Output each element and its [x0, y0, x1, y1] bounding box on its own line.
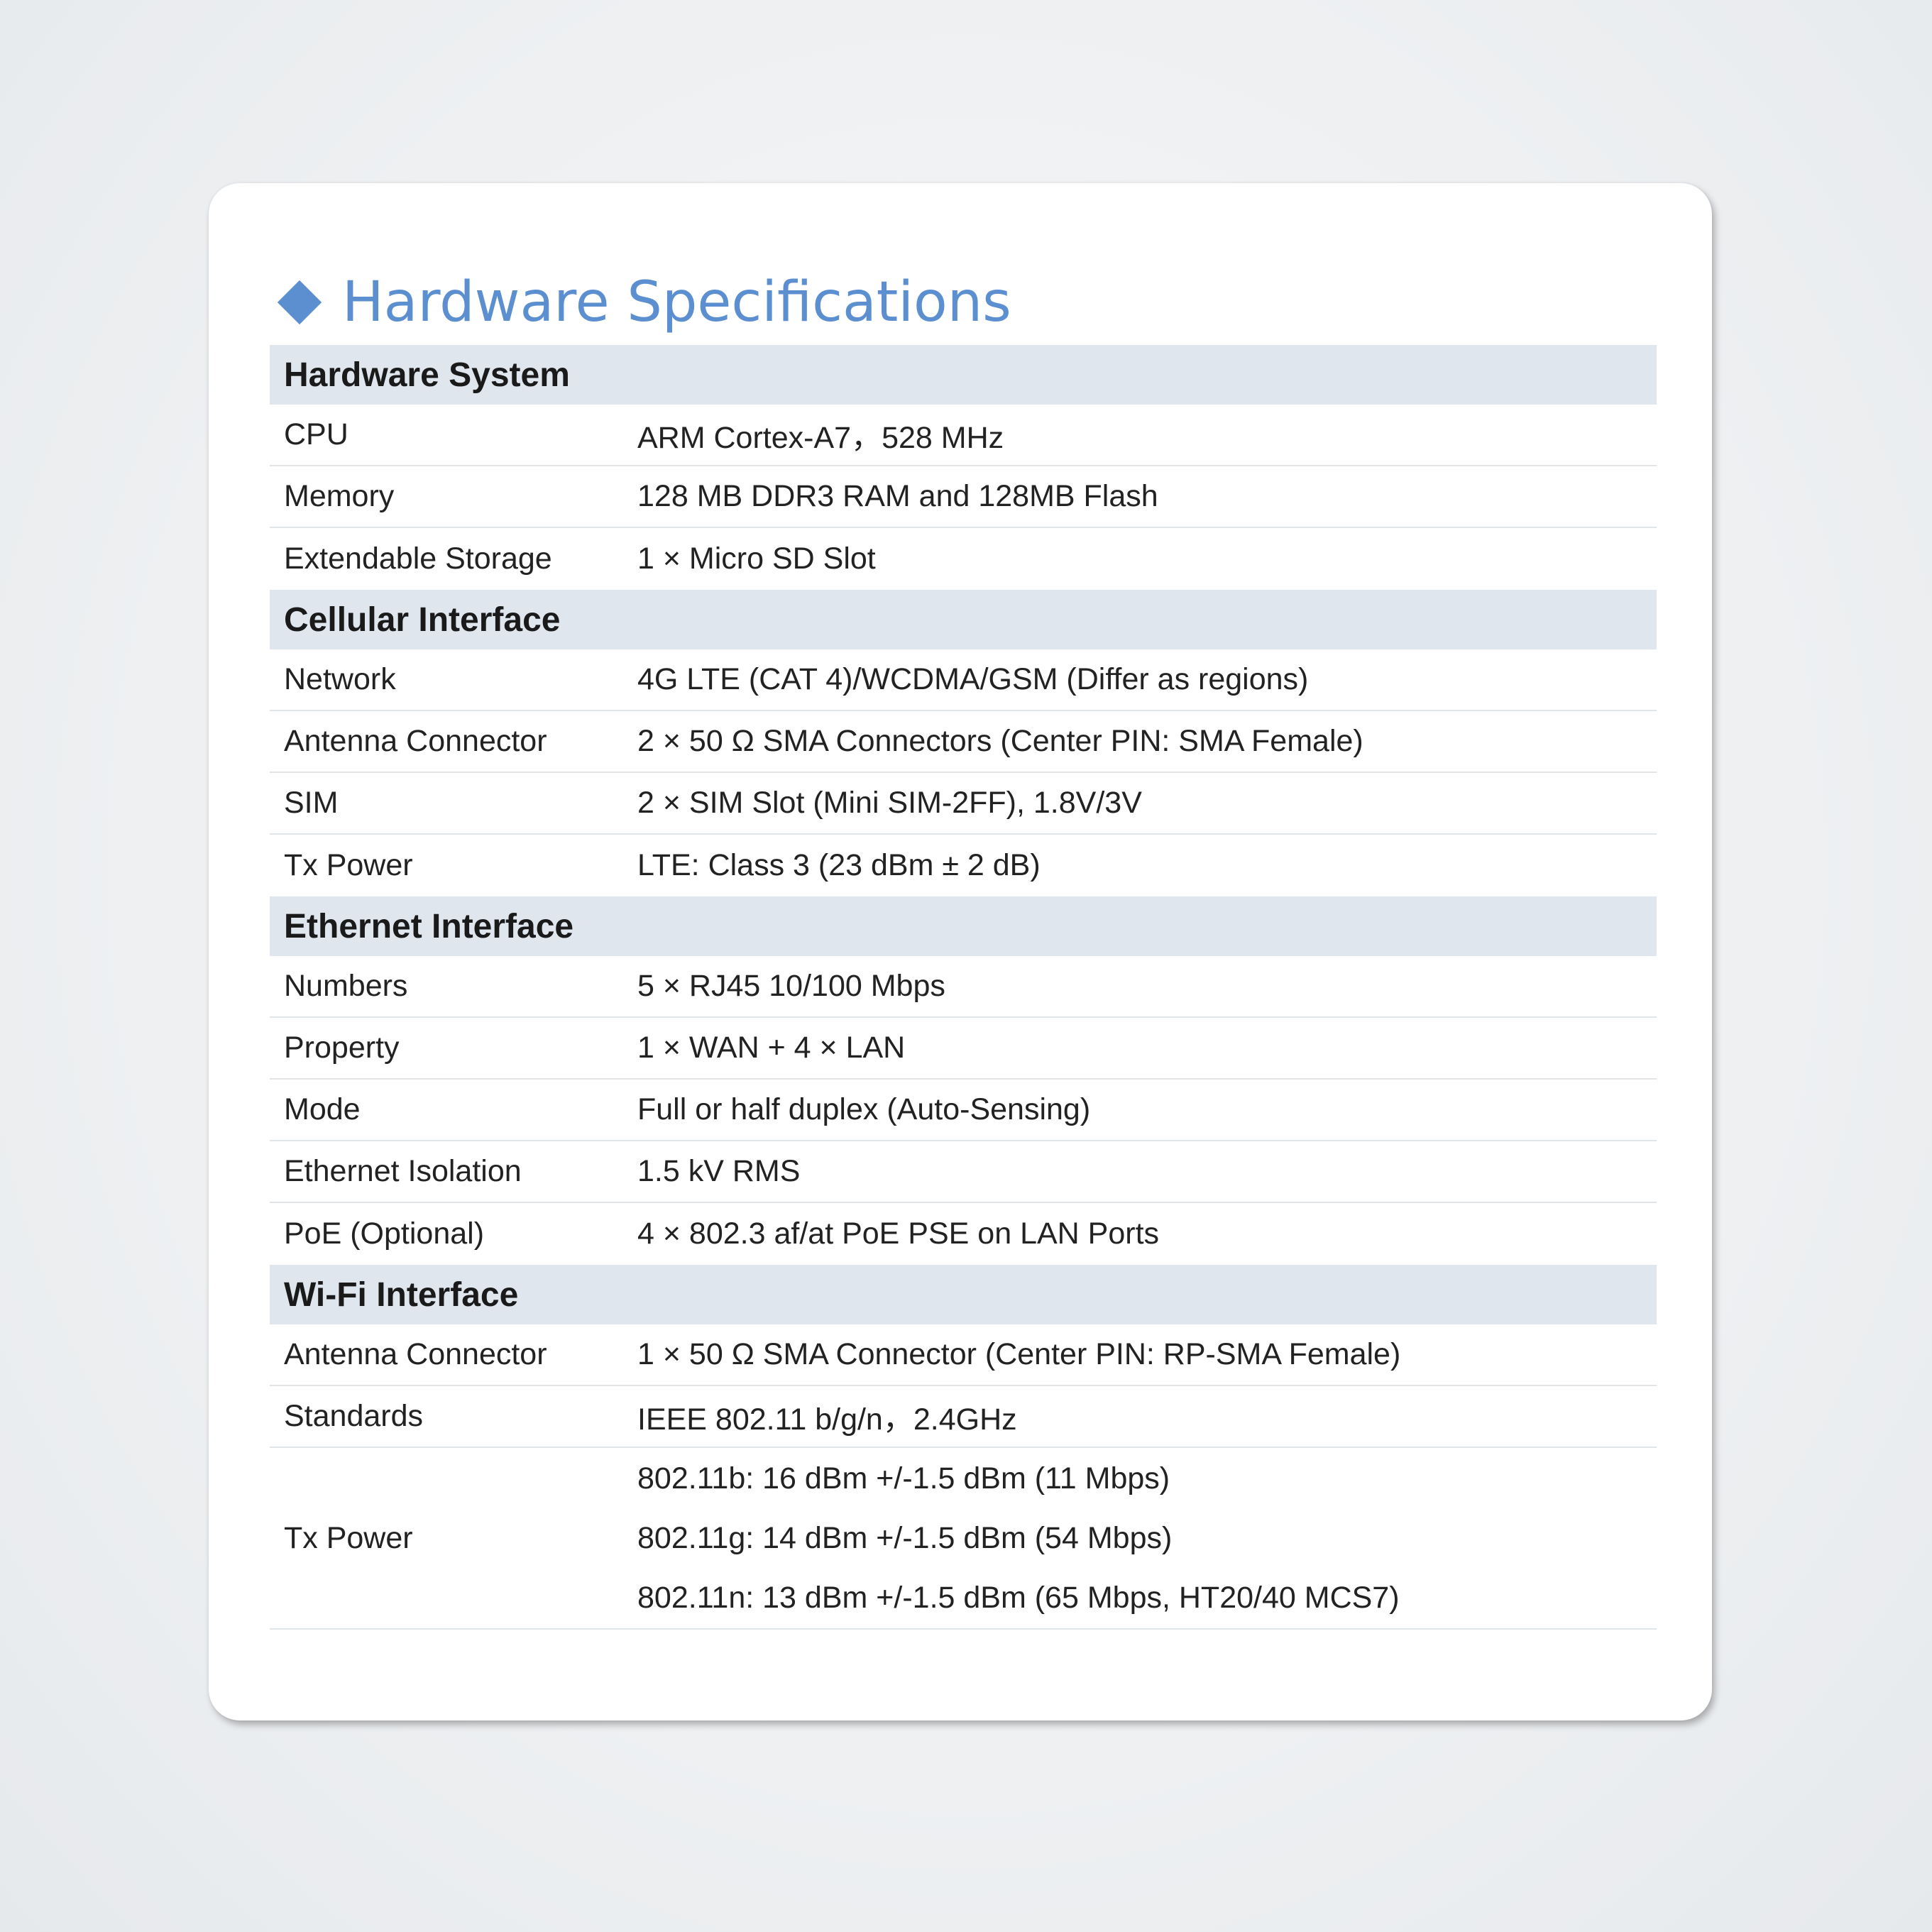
spec-value: 5 × RJ45 10/100 Mbps — [637, 969, 945, 1003]
spec-label: Standards — [284, 1399, 424, 1433]
spec-value-multiline: 802.11b: 16 dBm +/-1.5 dBm (11 Mbps) 802… — [637, 1457, 1657, 1619]
spec-label: CPU — [284, 417, 348, 451]
spec-label: PoE (Optional) — [284, 1217, 485, 1251]
spec-value: 1 × WAN + 4 × LAN — [637, 1031, 906, 1065]
spec-value-line: 802.11g: 14 dBm +/-1.5 dBm (54 Mbps) — [637, 1521, 1173, 1555]
section-header-ethernet-interface: Ethernet Interface — [270, 896, 1657, 956]
spec-row: Memory 128 MB DDR3 RAM and 128MB Flash — [270, 466, 1657, 528]
spec-label: Antenna Connector — [284, 724, 547, 758]
spec-row: Ethernet Isolation 1.5 kV RMS — [270, 1141, 1657, 1203]
spec-row: SIM 2 × SIM Slot (Mini SIM-2FF), 1.8V/3V — [270, 773, 1657, 835]
section-header-wifi-interface: Wi-Fi Interface — [270, 1265, 1657, 1324]
spec-label: Property — [284, 1031, 400, 1065]
spec-row: Extendable Storage 1 × Micro SD Slot — [270, 528, 1657, 590]
spec-label: Tx Power — [284, 848, 413, 882]
page-title: Hardware Specifications — [342, 270, 1011, 334]
spec-row: Antenna Connector 2 × 50 Ω SMA Connector… — [270, 711, 1657, 773]
spec-row: CPU ARM Cortex-A7，528 MHz — [270, 405, 1657, 466]
spec-value-line: 802.11n: 13 dBm +/-1.5 dBm (65 Mbps, HT2… — [637, 1581, 1400, 1615]
spec-row: Tx Power LTE: Class 3 (23 dBm ± 2 dB) — [270, 835, 1657, 896]
spec-label: Antenna Connector — [284, 1337, 547, 1371]
spec-label: Mode — [284, 1092, 361, 1126]
spec-value: 1 × Micro SD Slot — [637, 542, 876, 576]
spec-value: 2 × 50 Ω SMA Connectors (Center PIN: SMA… — [637, 724, 1363, 758]
spec-value: 2 × SIM Slot (Mini SIM-2FF), 1.8V/3V — [637, 786, 1142, 820]
spec-label: Tx Power — [284, 1520, 413, 1555]
spec-value: 4G LTE (CAT 4)/WCDMA/GSM (Differ as regi… — [637, 662, 1309, 696]
spec-label: Network — [284, 662, 396, 696]
spec-row: Mode Full or half duplex (Auto-Sensing) — [270, 1080, 1657, 1141]
spec-label: Numbers — [284, 969, 408, 1003]
spec-value: 128 MB DDR3 RAM and 128MB Flash — [637, 479, 1158, 513]
title-row: Hardware Specifications — [277, 260, 1011, 345]
spec-row: Numbers 5 × RJ45 10/100 Mbps — [270, 956, 1657, 1018]
spec-row: Antenna Connector 1 × 50 Ω SMA Connector… — [270, 1324, 1657, 1386]
spec-value: 1 × 50 Ω SMA Connector (Center PIN: RP-S… — [637, 1337, 1401, 1371]
spec-value: IEEE 802.11 b/g/n，2.4GHz — [637, 1402, 1017, 1437]
spec-value: 1.5 kV RMS — [637, 1154, 801, 1188]
spec-label: Memory — [284, 479, 395, 513]
spec-value: LTE: Class 3 (23 dBm ± 2 dB) — [637, 848, 1041, 882]
spec-label: Extendable Storage — [284, 542, 552, 576]
spec-row: Property 1 × WAN + 4 × LAN — [270, 1018, 1657, 1080]
spec-label: Ethernet Isolation — [284, 1154, 522, 1188]
spec-row: PoE (Optional) 4 × 802.3 af/at PoE PSE o… — [270, 1203, 1657, 1265]
spec-value: ARM Cortex-A7，528 MHz — [637, 420, 1004, 455]
section-header-cellular-interface: Cellular Interface — [270, 590, 1657, 649]
spec-row: Network 4G LTE (CAT 4)/WCDMA/GSM (Differ… — [270, 649, 1657, 711]
section-header-hardware-system: Hardware System — [270, 345, 1657, 405]
spec-value-line: 802.11b: 16 dBm +/-1.5 dBm (11 Mbps) — [637, 1461, 1170, 1495]
spec-label: SIM — [284, 786, 339, 820]
diamond-icon — [277, 280, 322, 325]
spec-value: Full or half duplex (Auto-Sensing) — [637, 1092, 1091, 1126]
spec-value: 4 × 802.3 af/at PoE PSE on LAN Ports — [637, 1217, 1160, 1251]
spec-card: Hardware Specifications Hardware System … — [209, 183, 1712, 1720]
spec-row-wifi-tx-power: Tx Power 802.11b: 16 dBm +/-1.5 dBm (11 … — [270, 1448, 1657, 1630]
spec-table: Hardware System CPU ARM Cortex-A7，528 MH… — [270, 345, 1657, 1630]
spec-row: Standards IEEE 802.11 b/g/n，2.4GHz — [270, 1386, 1657, 1448]
